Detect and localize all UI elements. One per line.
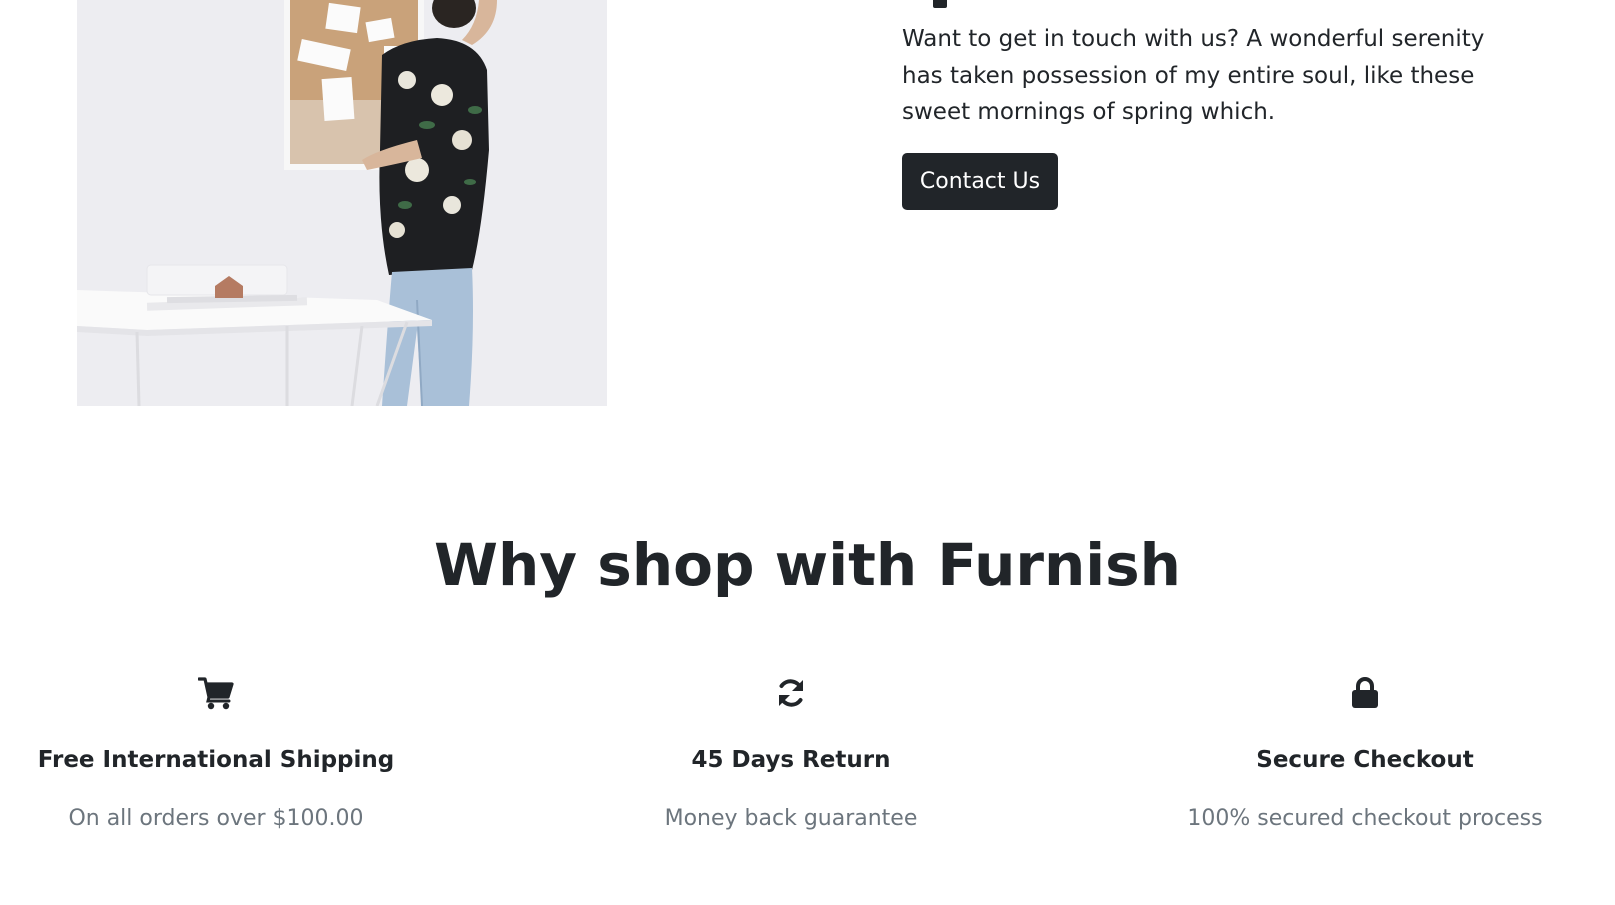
feature-title: Secure Checkout bbox=[1256, 747, 1474, 773]
shopping-cart-icon bbox=[0, 672, 446, 714]
feature-description: Money back guarantee bbox=[664, 806, 918, 831]
feature-title: Free International Shipping bbox=[37, 747, 395, 773]
contact-photo bbox=[77, 0, 607, 406]
feature-title: 45 Days Return bbox=[691, 747, 891, 773]
feature-description: On all orders over $100.00 bbox=[68, 806, 364, 831]
contact-heading-fragment bbox=[933, 0, 947, 8]
contact-us-button[interactable]: Contact Us bbox=[902, 153, 1058, 210]
contact-photo-illustration bbox=[77, 0, 607, 406]
refresh-icon bbox=[561, 672, 1021, 714]
feature-returns: 45 Days Return Money back guarantee bbox=[561, 672, 1021, 834]
why-shop-title: Why shop with Furnish bbox=[434, 531, 1181, 599]
lock-icon bbox=[1135, 672, 1595, 714]
contact-description: Want to get in touch with us? A wonderfu… bbox=[902, 26, 1485, 125]
feature-shipping: Free International Shipping On all order… bbox=[0, 672, 446, 834]
feature-description: 100% secured checkout process bbox=[1187, 806, 1543, 831]
feature-secure-checkout: Secure Checkout 100% secured checkout pr… bbox=[1135, 672, 1595, 834]
page: Want to get in touch with us? A wonderfu… bbox=[0, 0, 1615, 905]
